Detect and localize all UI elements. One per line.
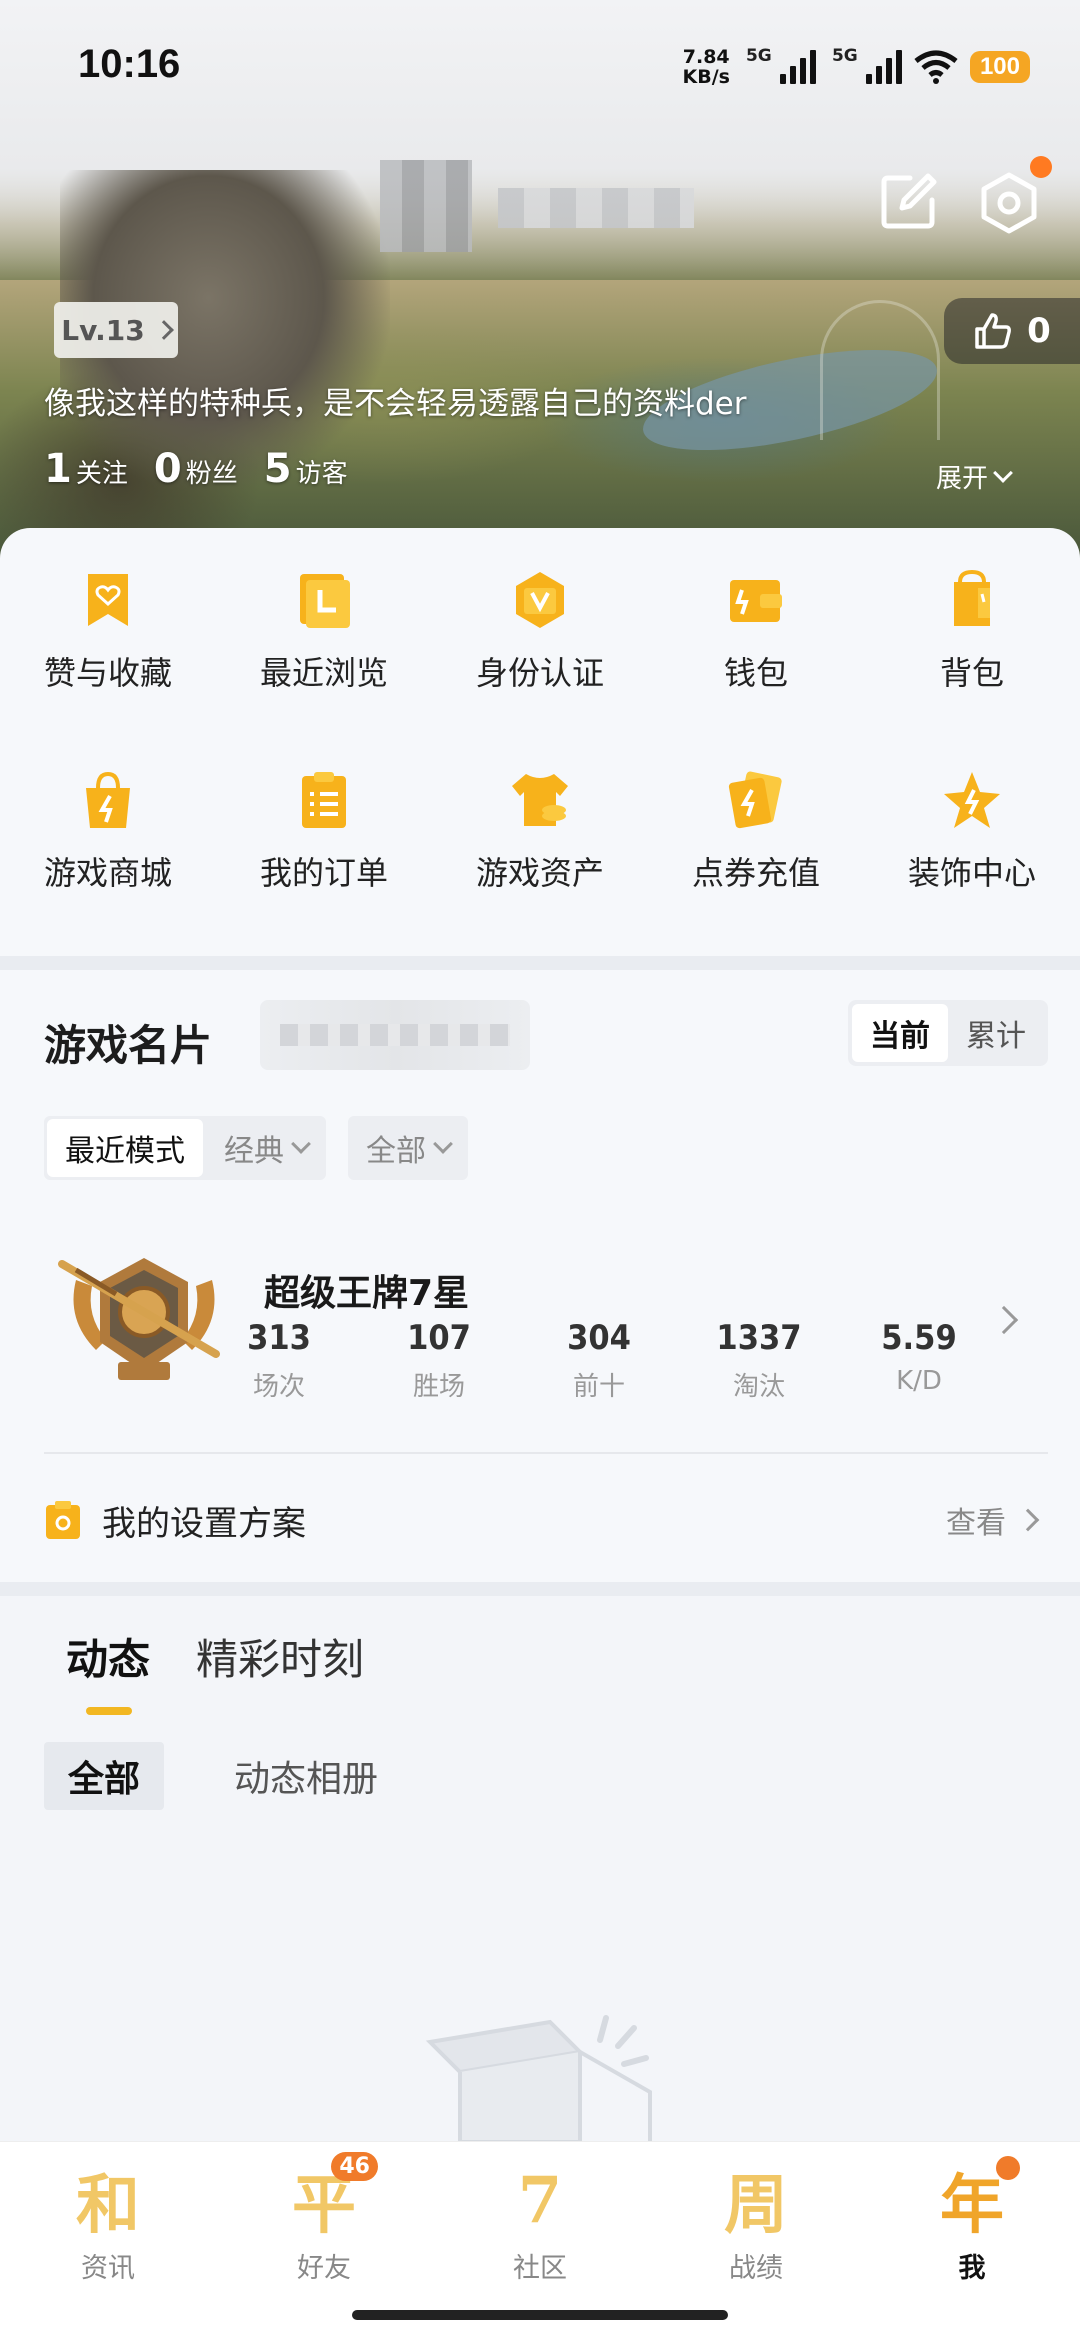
service-my-orders[interactable]: 我的订单 — [216, 768, 432, 894]
services-panel: 赞与收藏 最近浏览 身份认证 钱包 背包 游戏商城 我的订单 游戏资产 点券充值… — [0, 528, 1080, 956]
tab-highlights[interactable]: 精彩时刻 — [196, 1626, 364, 1687]
nav-records[interactable]: 周 战绩 — [648, 2160, 864, 2285]
visitors-stat[interactable]: 5 访客 — [264, 446, 348, 492]
thumbs-up-icon — [975, 313, 1012, 349]
signal-icon-2: 5G — [832, 46, 902, 84]
settings-plan-label: 我的设置方案 — [102, 1503, 306, 1544]
toggle-current[interactable]: 当前 — [852, 1004, 948, 1062]
status-time: 10:16 — [78, 42, 181, 86]
like-button[interactable]: 0 — [944, 298, 1080, 364]
game-assets-icon — [512, 774, 568, 826]
wallet-icon — [730, 580, 782, 622]
section-divider — [0, 1582, 1080, 1596]
chevron-right-icon — [989, 1305, 1019, 1335]
game-card-title: 游戏名片 — [44, 1021, 213, 1070]
settings-clipboard-icon — [46, 1501, 80, 1539]
service-game-store[interactable]: 游戏商城 — [0, 768, 216, 894]
nav-me-icon: 年 — [932, 2156, 1020, 2243]
status-icons: 7.84 KB/s 5G 5G 100 — [682, 44, 1030, 90]
coupon-recharge-icon — [728, 771, 782, 829]
mode-filters: 最近模式 经典 全部 — [44, 1116, 468, 1180]
nav-me-dot — [996, 2156, 1020, 2180]
service-backpack[interactable]: 背包 — [864, 568, 1080, 694]
expand-button[interactable]: 展开 — [936, 458, 1013, 495]
backpack-icon — [954, 569, 990, 626]
service-coupon-recharge[interactable]: 点券充值 — [648, 768, 864, 894]
rank-name: 超级王牌7星 — [264, 1273, 470, 1314]
game-id-blurred — [260, 1000, 530, 1070]
level-badge[interactable]: Lv.13 — [54, 302, 178, 358]
battery-indicator: 100 — [969, 51, 1030, 83]
chevron-right-icon — [153, 320, 174, 340]
card-divider — [44, 1452, 1048, 1454]
services-grid: 赞与收藏 最近浏览 身份认证 钱包 背包 游戏商城 我的订单 游戏资产 点券充值… — [0, 568, 1080, 894]
nav-community-icon: 7 — [517, 2162, 563, 2238]
signal-icon: 5G — [746, 46, 816, 84]
nav-records-icon: 周 — [724, 2168, 788, 2243]
profile-stats: 1 关注 0 粉丝 5 访客 — [44, 446, 348, 492]
network-speed: 7.84 KB/s — [682, 46, 730, 88]
tab-posts[interactable]: 动态 — [66, 1626, 150, 1715]
fans-stat[interactable]: 0 粉丝 — [154, 446, 238, 492]
filter-all-dropdown[interactable]: 全部 — [348, 1116, 468, 1180]
profile-signature: 像我这样的特种兵，是不会轻易透露自己的资料der — [44, 386, 747, 422]
chevron-down-icon — [291, 1134, 311, 1154]
decoration-star-icon — [944, 772, 1000, 828]
profile-identity[interactable] — [380, 160, 700, 252]
feed-subtabs: 全部 动态相册 — [44, 1742, 402, 1810]
service-wallet[interactable]: 钱包 — [648, 568, 864, 694]
service-identity-verify[interactable]: 身份认证 — [432, 568, 648, 694]
banner-parachute — [820, 300, 940, 440]
service-decoration-center[interactable]: 装饰中心 — [864, 768, 1080, 894]
order-list-icon — [302, 772, 346, 828]
chevron-down-icon — [993, 462, 1013, 483]
nav-friends[interactable]: 平 46 好友 — [216, 2152, 432, 2285]
subtab-album[interactable]: 动态相册 — [210, 1742, 402, 1810]
nav-me[interactable]: 年 我 — [864, 2156, 1080, 2285]
feed-section: 动态 精彩时刻 全部 动态相册 — [0, 1596, 1080, 2142]
notification-dot — [1030, 156, 1052, 178]
stat-kd: 5.59 K/D — [881, 1318, 957, 1396]
avatar[interactable] — [380, 160, 472, 252]
stat-wins: 107 胜场 — [407, 1318, 471, 1402]
edit-profile-icon[interactable] — [880, 172, 938, 230]
rank-summary-row[interactable]: 超级王牌7星 313 场次 107 胜场 304 前十 1337 淘汰 5.59… — [44, 1250, 1036, 1402]
view-settings-plan-button[interactable]: 查看 — [946, 1498, 1040, 1542]
filter-recent-mode[interactable]: 最近模式 — [47, 1119, 203, 1177]
stat-top-ten: 304 前十 — [567, 1318, 631, 1402]
settings-plan-row[interactable]: 我的设置方案 查看 — [44, 1490, 1040, 1550]
feed-tabs: 动态 精彩时刻 — [66, 1626, 364, 1715]
status-bar: 10:16 7.84 KB/s 5G 5G 100 — [0, 0, 1080, 130]
nav-news-icon: 和 — [76, 2168, 140, 2243]
rank-ace-badge-icon — [58, 1258, 220, 1380]
subtab-all[interactable]: 全部 — [44, 1742, 165, 1810]
stat-period-toggle: 当前 累计 — [848, 1000, 1048, 1066]
chevron-right-icon — [1016, 1508, 1040, 1532]
settings-gear-icon[interactable] — [978, 172, 1040, 234]
filter-classic-dropdown[interactable]: 经典 — [206, 1116, 326, 1180]
stat-matches: 313 场次 — [247, 1318, 311, 1402]
game-card: 游戏名片 当前 累计 最近模式 经典 全部 超级王牌7星 313 场次 107 … — [0, 970, 1080, 1582]
nav-friends-icon: 平 46 — [284, 2152, 378, 2243]
section-divider — [0, 956, 1080, 970]
chevron-down-icon — [433, 1134, 453, 1154]
friends-badge: 46 — [331, 2152, 378, 2181]
nav-news[interactable]: 和 资讯 — [0, 2160, 216, 2285]
bookmark-heart-icon — [88, 574, 128, 626]
wifi-icon — [914, 50, 958, 84]
toggle-cumulative[interactable]: 累计 — [948, 1004, 1044, 1062]
shopping-bag-icon — [86, 771, 130, 828]
service-likes-favorites[interactable]: 赞与收藏 — [0, 568, 216, 694]
service-recent-browse[interactable]: 最近浏览 — [216, 568, 432, 694]
nav-community[interactable]: 7 社区 — [432, 2160, 648, 2285]
following-stat[interactable]: 1 关注 — [44, 446, 128, 492]
home-indicator[interactable] — [352, 2310, 728, 2320]
service-game-assets[interactable]: 游戏资产 — [432, 768, 648, 894]
verify-badge-icon — [516, 572, 564, 628]
stat-eliminations: 1337 淘汰 — [716, 1318, 802, 1402]
nickname-blurred — [498, 188, 694, 228]
history-icon — [300, 574, 350, 628]
empty-state-box-icon — [425, 2015, 652, 2142]
